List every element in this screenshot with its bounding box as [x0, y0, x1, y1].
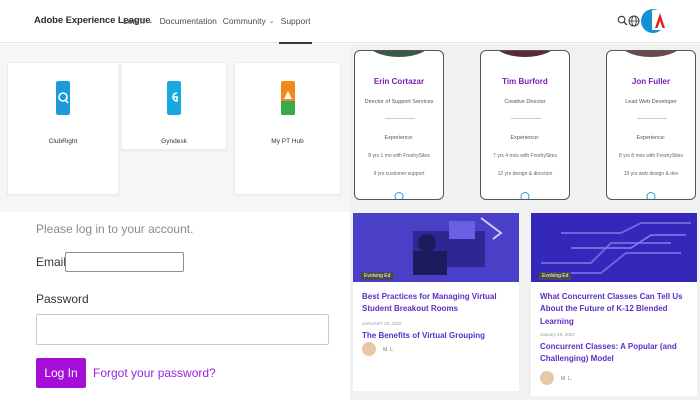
login-message: Please log in to your account. — [36, 222, 194, 236]
experience-line: 7 yrs 4 mos with FreshySites — [493, 153, 557, 159]
team-card[interactable]: Tim Burford Creative Director Experience… — [480, 50, 570, 200]
experience-line: 8 yrs 1 mo with FreshySites — [368, 153, 430, 159]
adobe-logo — [652, 10, 668, 30]
related-title[interactable]: Concurrent Classes: A Popular (and Chall… — [540, 341, 690, 366]
experience-label: Experience: — [510, 135, 540, 141]
chevron-down-icon: ⌄ — [147, 18, 154, 25]
app-card-gyndesk[interactable]: Gyndesk — [121, 62, 227, 150]
nav-community-label: Community — [222, 16, 266, 26]
category-tag[interactable]: Evolving Ed — [361, 272, 394, 280]
experience-line: 19 yrs web design & dev — [623, 171, 679, 177]
nav-documentation[interactable]: Documentation — [160, 16, 217, 26]
experience-line: 9 yrs customer support — [373, 171, 425, 177]
chevron-down-icon: ⌄ — [268, 18, 275, 25]
post-title[interactable]: Best Practices for Managing Virtual Stud… — [362, 291, 512, 316]
team-name: Jon Fuller — [631, 77, 671, 86]
post-date: JANUARY 20, 2022 — [362, 321, 402, 326]
team-name: Erin Cortazar — [373, 77, 425, 86]
info-dot-icon[interactable] — [394, 192, 404, 199]
experience-line: 8 yrs 8 mos with FreshySites — [619, 153, 683, 159]
experience-label: Experience: — [636, 135, 666, 141]
experience-line: 12 yrs design & direction — [497, 171, 553, 177]
author-avatar — [540, 371, 554, 385]
author-name: M. L. — [561, 376, 573, 382]
nav-community[interactable]: Community ⌄ — [223, 16, 275, 26]
team-role: Lead Web Developer — [625, 99, 677, 105]
app-label: My PT Hub — [271, 138, 304, 145]
post-title[interactable]: What Concurrent Classes Can Tell Us Abou… — [540, 291, 690, 328]
nav-learn[interactable]: Learn ⌄ — [123, 16, 154, 26]
related-title[interactable]: The Benefits of Virtual Grouping — [362, 330, 512, 342]
team-photo — [493, 51, 557, 57]
top-header: Adobe Experience League Learn ⌄ Document… — [0, 0, 700, 44]
search-icon[interactable] — [617, 15, 628, 26]
nav-support-label: Support — [280, 16, 311, 26]
app-card-clubright[interactable]: ClubRight — [7, 62, 119, 195]
clubright-logo-icon — [56, 81, 70, 115]
divider — [637, 118, 667, 119]
post-date: January 19, 2022 — [540, 332, 575, 337]
divider — [511, 118, 541, 119]
team-photo — [619, 51, 683, 57]
experience-label: Experience: — [384, 135, 414, 141]
category-tag[interactable]: Evolving Ed — [539, 272, 572, 280]
app-label: Gyndesk — [161, 138, 187, 145]
team-role: Director of Support Services — [364, 99, 434, 105]
author-avatar — [362, 342, 376, 356]
email-label: Email — [36, 255, 67, 269]
divider — [385, 118, 415, 119]
app-label: ClubRight — [48, 138, 78, 145]
team-card[interactable]: Erin Cortazar Director of Support Servic… — [354, 50, 444, 200]
globe-icon[interactable] — [628, 15, 640, 27]
gyndesk-logo-icon — [167, 81, 181, 115]
team-name: Tim Burford — [502, 77, 548, 86]
main-nav: Learn ⌄ Documentation Community ⌄ Suppor… — [123, 16, 313, 44]
team-photo — [367, 51, 431, 57]
nav-learn-label: Learn — [123, 16, 145, 26]
nav-documentation-label: Documentation — [159, 16, 217, 26]
login-button[interactable]: Log In — [36, 358, 86, 388]
team-role: Creative Director — [504, 99, 546, 105]
blog-card[interactable]: Evolving Ed Best Practices for Managing … — [353, 213, 519, 391]
password-field[interactable] — [36, 314, 329, 345]
email-field[interactable] — [65, 252, 184, 272]
app-card-mypthub[interactable]: My PT Hub — [234, 62, 341, 195]
info-dot-icon[interactable] — [646, 192, 656, 199]
password-label: Password — [36, 292, 89, 306]
mypthub-logo-icon — [280, 81, 295, 115]
info-dot-icon[interactable] — [520, 192, 530, 199]
forgot-password-link[interactable]: Forgot your password? — [93, 366, 216, 380]
team-card[interactable]: Jon Fuller Lead Web Developer Experience… — [606, 50, 696, 200]
nav-support[interactable]: Support — [278, 16, 313, 44]
author-name: M. L. — [383, 347, 395, 353]
blog-card[interactable]: Evolving Ed What Concurrent Classes Can … — [531, 213, 697, 396]
